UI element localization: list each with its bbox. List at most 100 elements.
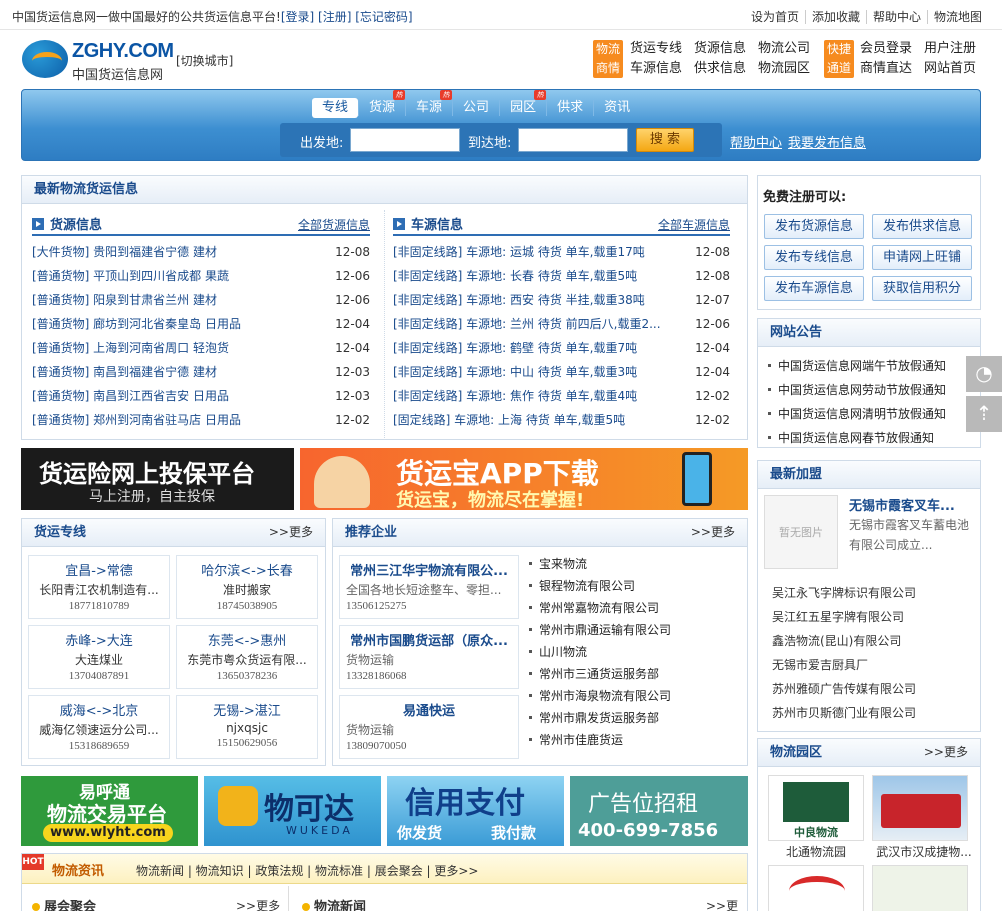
wukeda-banner[interactable]: 物可达 WUKEDA (204, 776, 381, 846)
park-image-truck[interactable] (872, 775, 968, 841)
company-list-item[interactable]: 常州市鼎通运输有限公司 (529, 619, 671, 641)
list-item[interactable]: [非固定线路] 车源地: 长春 待货 单车,载重5吨 12-08 (393, 264, 730, 288)
company-list-item[interactable]: 常州常嘉物流有限公司 (529, 597, 671, 619)
list-item[interactable]: [普通货物] 南昌到福建省宁德 建材 12-03 (32, 360, 370, 384)
list-item[interactable]: [非固定线路] 车源地: 焦作 待货 单车,载重4吨 12-02 (393, 384, 730, 408)
nav-item[interactable]: 公司 (452, 100, 499, 116)
all-goods-link[interactable]: 全部货源信息 (298, 216, 370, 233)
park-image-4[interactable] (872, 865, 968, 911)
list-item[interactable]: [固定线路] 车源地: 上海 待货 单车,载重5吨 12-02 (393, 408, 730, 432)
to-input[interactable] (518, 128, 628, 152)
park-image-zhongliang[interactable]: 中良物流 (768, 775, 864, 841)
header-link[interactable]: 货源信息 (694, 39, 758, 59)
search-button[interactable]: 搜 索 (636, 128, 694, 152)
nav-item[interactable]: 货源热 (358, 90, 406, 116)
publish-info-link[interactable]: 我要发布信息 (788, 132, 866, 151)
help-center-link[interactable]: 帮助中心 (865, 10, 927, 24)
company-card[interactable]: 常州三江华宇物流有限公... 全国各地长短途整车、零担... 13506125275 (339, 555, 519, 619)
header-link[interactable]: 物流公司 (758, 39, 822, 59)
freight-line-card[interactable]: 哈尔滨<->长春 准时搬家 18745038905 (176, 555, 318, 619)
back-to-top-icon[interactable]: ⇡ (966, 396, 1002, 432)
member-item[interactable]: 吴江红五星字牌有限公司 (772, 605, 916, 629)
business-direct-link[interactable]: 商情直达 (860, 59, 924, 79)
forgot-password-link[interactable]: [忘记密码] (355, 10, 412, 24)
nav-item[interactable]: 资讯 (593, 100, 640, 116)
list-item[interactable]: [普通货物] 廊坊到河北省秦皇岛 日用品 12-04 (32, 312, 370, 336)
publish-goods-button[interactable]: 发布货源信息 (764, 214, 864, 239)
list-item[interactable]: [大件货物] 贵阳到福建省宁德 建材 12-08 (32, 240, 370, 264)
list-item[interactable]: [非固定线路] 车源地: 西安 待货 半挂,载重38吨 12-07 (393, 288, 730, 312)
from-input[interactable] (350, 128, 460, 152)
list-item[interactable]: [非固定线路] 车源地: 运城 待货 单车,载重17吨 12-08 (393, 240, 730, 264)
ad-space-banner[interactable]: 广告位招租 400-699-7856 (570, 776, 748, 846)
register-link[interactable]: [注册] (318, 10, 351, 24)
company-list-item[interactable]: 山川物流 (529, 641, 671, 663)
company-list-item[interactable]: 银程物流有限公司 (529, 575, 671, 597)
park-image-3[interactable] (768, 865, 864, 911)
list-item[interactable]: [非固定线路] 车源地: 兰州 待货 前四后八,载重2... 12-06 (393, 312, 730, 336)
qq-chat-icon[interactable]: ◔ (966, 356, 1002, 392)
list-item[interactable]: [普通货物] 郑州到河南省驻马店 日用品 12-02 (32, 408, 370, 432)
site-home-link[interactable]: 网站首页 (924, 59, 988, 79)
news-category-links[interactable]: 物流新闻 | 物流知识 | 政策法规 | 物流标准 | 展会聚会 | 更多>> (136, 862, 478, 879)
company-list-item[interactable]: 常州市鼎发货运服务部 (529, 707, 671, 729)
list-item[interactable]: [普通货物] 南昌到江西省吉安 日用品 12-03 (32, 384, 370, 408)
freight-lines-more-link[interactable]: >>更多 (269, 519, 313, 546)
publish-vehicle-button[interactable]: 发布车源信息 (764, 276, 864, 301)
company-card[interactable]: 常州市国鹏货运部（原众... 货物运输 13328186068 (339, 625, 519, 689)
credit-pay-banner[interactable]: 信用支付 你发货 我付款 (387, 776, 564, 846)
company-list-item[interactable]: 常州市佳鹿货运 (529, 729, 671, 751)
park-name[interactable]: 武汉市汉成捷物... (872, 843, 976, 860)
logistics-map-link[interactable]: 物流地图 (926, 10, 988, 24)
notice-item[interactable]: 中国货运信息网春节放假通知 (768, 426, 980, 450)
nav-item[interactable]: 车源热 (405, 90, 453, 116)
companies-more-link[interactable]: >>更多 (691, 519, 735, 546)
freight-line-card[interactable]: 宜昌->常德 长阳青江农机制造有... 18771810789 (28, 555, 170, 619)
park-more-link[interactable]: >>更多 (924, 739, 968, 766)
all-vehicle-link[interactable]: 全部车源信息 (658, 216, 730, 233)
header-link[interactable]: 车源信息 (630, 59, 694, 79)
insurance-banner[interactable]: 货运险网上投保平台 马上注册，自主投保 (21, 448, 294, 510)
app-download-banner[interactable]: 货运宝APP下载 货运宝，物流尽在掌握! (300, 448, 748, 510)
company-list-item[interactable]: 常州市海泉物流有限公司 (529, 685, 671, 707)
nav-item[interactable]: 园区热 (499, 90, 547, 116)
set-homepage-link[interactable]: 设为首页 (745, 10, 805, 24)
yihutong-banner[interactable]: 易呼通 物流交易平台 www.wlyht.com (21, 776, 198, 846)
list-item[interactable]: [非固定线路] 车源地: 中山 待货 单车,载重3吨 12-04 (393, 360, 730, 384)
list-item[interactable]: [非固定线路] 车源地: 鹤壁 待货 单车,载重7吨 12-04 (393, 336, 730, 360)
freight-line-card[interactable]: 无锡->湛江 njxqsjc 15150629056 (176, 695, 318, 759)
notice-item[interactable]: 中国货运信息网清明节放假通知 (768, 402, 980, 426)
list-item[interactable]: [普通货物] 平顶山到四川省成都 果蔬 12-06 (32, 264, 370, 288)
notice-item[interactable]: 中国货运信息网端午节放假通知 (768, 354, 980, 378)
park-name[interactable]: 北通物流园 (768, 843, 864, 860)
add-favorite-link[interactable]: 添加收藏 (804, 10, 866, 24)
get-credit-button[interactable]: 获取信用积分 (872, 276, 972, 301)
notice-item[interactable]: 中国货运信息网劳动节放假通知 (768, 378, 980, 402)
company-card[interactable]: 易通快运 货物运输 13809070050 (339, 695, 519, 759)
login-link[interactable]: [登录] (281, 10, 314, 24)
freight-line-card[interactable]: 赤峰->大连 大连煤业 13704087891 (28, 625, 170, 689)
company-list-item[interactable]: 宝来物流 (529, 553, 671, 575)
publish-line-button[interactable]: 发布专线信息 (764, 245, 864, 270)
help-center-nav-link[interactable]: 帮助中心 (730, 132, 782, 151)
apply-shop-button[interactable]: 申请网上旺铺 (872, 245, 972, 270)
featured-member-name[interactable]: 无锡市霞客叉车... (849, 495, 955, 514)
switch-city-link[interactable]: [切换城市] (176, 52, 233, 69)
company-list-item[interactable]: 常州市三通货运服务部 (529, 663, 671, 685)
list-item[interactable]: [普通货物] 上海到河南省周口 轻泡货 12-04 (32, 336, 370, 360)
publish-supply-button[interactable]: 发布供求信息 (872, 214, 972, 239)
nav-item[interactable]: 供求 (546, 100, 593, 116)
site-logo[interactable]: ZGHY.COM 中国货运信息网 (22, 40, 174, 83)
header-link[interactable]: 货运专线 (630, 39, 694, 59)
member-item[interactable]: 鑫浩物流(昆山)有限公司 (772, 629, 916, 653)
list-item[interactable]: [普通货物] 阳泉到甘肃省兰州 建材 12-06 (32, 288, 370, 312)
member-item[interactable]: 吴江永飞字牌标识有限公司 (772, 581, 916, 605)
member-login-link[interactable]: 会员登录 (860, 39, 924, 59)
user-register-link[interactable]: 用户注册 (924, 39, 988, 59)
header-link[interactable]: 物流园区 (758, 59, 822, 79)
header-link[interactable]: 供求信息 (694, 59, 758, 79)
news-more-link[interactable]: >>更多 (706, 897, 747, 911)
member-item[interactable]: 苏州市贝斯德门业有限公司 (772, 701, 916, 725)
nav-item[interactable]: 专线 (312, 98, 359, 118)
freight-line-card[interactable]: 东莞<->惠州 东莞市粤众货运有限... 13650378236 (176, 625, 318, 689)
